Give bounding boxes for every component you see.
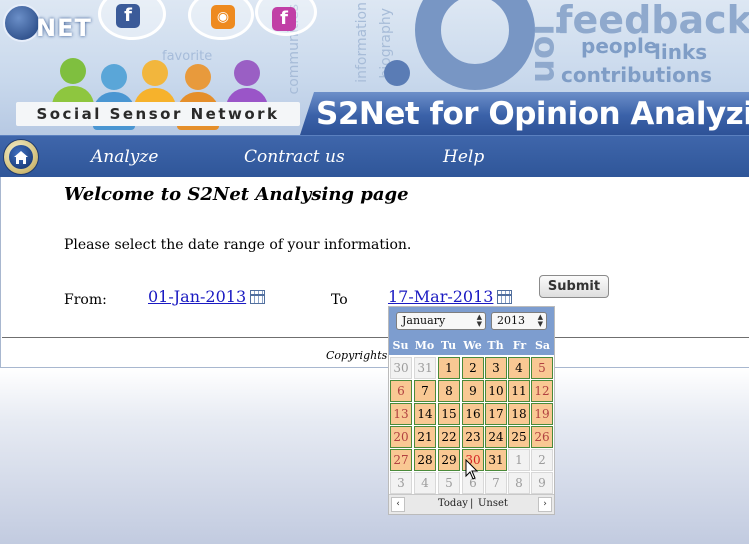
watermark-people: people xyxy=(581,34,658,58)
day-cell[interactable]: 20 xyxy=(390,426,412,448)
day-cell[interactable]: 30 xyxy=(390,357,412,379)
weekday-label: Sa xyxy=(534,339,551,352)
day-cell[interactable]: 4 xyxy=(414,472,436,494)
day-cell[interactable]: 17 xyxy=(485,403,507,425)
footer-separator: | xyxy=(470,498,474,509)
site-title: S2Net for Opinion Analyzing xyxy=(316,96,749,132)
date-picker-header: January ▲ ▼ 2013 ▲ ▼ xyxy=(389,307,554,336)
day-cell[interactable]: 3 xyxy=(485,357,507,379)
day-cell[interactable]: 6 xyxy=(390,380,412,402)
day-cell[interactable]: 9 xyxy=(462,380,484,402)
main-nav: Analyze Contract us Help xyxy=(0,135,749,177)
rss-icon: ◉ xyxy=(211,5,235,29)
year-select-value: 2013 xyxy=(497,314,525,327)
watermark-contributions: contributions xyxy=(561,63,712,87)
day-cell[interactable]: 23 xyxy=(462,426,484,448)
nav-contract-us[interactable]: Contract us xyxy=(244,147,345,167)
day-cell[interactable]: 5 xyxy=(531,357,553,379)
tagline: Social Sensor Network xyxy=(16,102,300,126)
calendar-icon[interactable] xyxy=(250,290,265,304)
weekday-label: Th xyxy=(487,339,504,352)
month-select-value: January xyxy=(402,314,446,327)
today-button[interactable]: Today xyxy=(438,498,468,509)
day-cell[interactable]: 2 xyxy=(462,357,484,379)
select-arrows-icon: ▲ ▼ xyxy=(537,313,543,328)
day-cell[interactable]: 31 xyxy=(485,449,507,471)
weekday-label: Mo xyxy=(414,339,435,352)
weekday-header: Su Mo Tu We Th Fr Sa xyxy=(389,337,554,355)
weekday-label: Tu xyxy=(440,339,457,352)
day-cell[interactable]: 4 xyxy=(508,357,530,379)
home-icon xyxy=(9,145,33,169)
day-cell[interactable]: 5 xyxy=(438,472,460,494)
day-cell[interactable]: 1 xyxy=(438,357,460,379)
day-cell[interactable]: 16 xyxy=(462,403,484,425)
weekday-label: Su xyxy=(392,339,409,352)
day-cell[interactable]: 7 xyxy=(485,472,507,494)
day-cell[interactable]: 22 xyxy=(438,426,460,448)
day-cell[interactable]: 25 xyxy=(508,426,530,448)
day-cell[interactable]: 26 xyxy=(531,426,553,448)
month-select[interactable]: January ▲ ▼ xyxy=(396,312,486,330)
year-select[interactable]: 2013 ▲ ▼ xyxy=(491,312,547,330)
from-label: From: xyxy=(64,292,107,308)
to-date-link[interactable]: 17-Mar-2013 xyxy=(388,287,493,306)
day-cell[interactable]: 13 xyxy=(390,403,412,425)
date-picker-footer: ‹ Today | Unset › xyxy=(389,494,554,514)
day-cell[interactable]: 29 xyxy=(438,449,460,471)
watermark-links: links xyxy=(654,40,708,64)
day-cell[interactable]: 18 xyxy=(508,403,530,425)
unset-button[interactable]: Unset xyxy=(478,498,508,509)
header-banner: feedback people links contributions favo… xyxy=(0,0,749,135)
nav-help[interactable]: Help xyxy=(443,147,484,167)
copyright-text: Copyrights xyxy=(326,349,388,362)
page-heading: Welcome to S2Net Analysing page xyxy=(64,184,409,205)
from-date-link[interactable]: 01-Jan-2013 xyxy=(148,287,246,306)
day-cell[interactable]: 27 xyxy=(390,449,412,471)
prev-month-button[interactable]: ‹ xyxy=(391,497,405,512)
decorative-dot xyxy=(384,60,410,86)
day-cell[interactable]: 7 xyxy=(414,380,436,402)
decorative-ring xyxy=(415,0,535,90)
day-cell[interactable]: 31 xyxy=(414,357,436,379)
day-cell[interactable]: 1 xyxy=(508,449,530,471)
logo-text: NET xyxy=(36,14,92,42)
instruction-text: Please select the date range of your inf… xyxy=(64,237,412,253)
day-cell[interactable]: 10 xyxy=(485,380,507,402)
content-area xyxy=(0,177,749,368)
day-cell[interactable]: 11 xyxy=(508,380,530,402)
weekday-label: Fr xyxy=(512,339,527,352)
day-cell[interactable]: 8 xyxy=(508,472,530,494)
submit-button[interactable]: Submit xyxy=(539,275,609,298)
facebook-icon: f xyxy=(272,7,296,31)
mouse-cursor-icon xyxy=(465,459,479,480)
day-cell[interactable]: 21 xyxy=(414,426,436,448)
day-cell[interactable]: 3 xyxy=(390,472,412,494)
nav-analyze[interactable]: Analyze xyxy=(91,147,158,167)
day-cell[interactable]: 2 xyxy=(531,449,553,471)
day-cell[interactable]: 28 xyxy=(414,449,436,471)
day-cell[interactable]: 24 xyxy=(485,426,507,448)
calendar-icon[interactable] xyxy=(497,290,512,304)
to-label: To xyxy=(331,292,348,308)
home-button[interactable] xyxy=(3,139,39,175)
watermark-information: information xyxy=(354,2,370,83)
select-arrows-icon: ▲ ▼ xyxy=(476,313,482,328)
day-cell[interactable]: 8 xyxy=(438,380,460,402)
date-picker-popup: January ▲ ▼ 2013 ▲ ▼ Su Mo Tu We Th Fr Sa … xyxy=(388,306,555,515)
day-cell[interactable]: 12 xyxy=(531,380,553,402)
day-cell[interactable]: 19 xyxy=(531,403,553,425)
divider xyxy=(2,337,749,338)
day-cell[interactable]: 15 xyxy=(438,403,460,425)
day-cell[interactable]: 14 xyxy=(414,403,436,425)
facebook-icon: f xyxy=(116,4,140,28)
next-month-button[interactable]: › xyxy=(538,497,552,512)
weekday-label: We xyxy=(463,339,482,352)
day-cell[interactable]: 9 xyxy=(531,472,553,494)
